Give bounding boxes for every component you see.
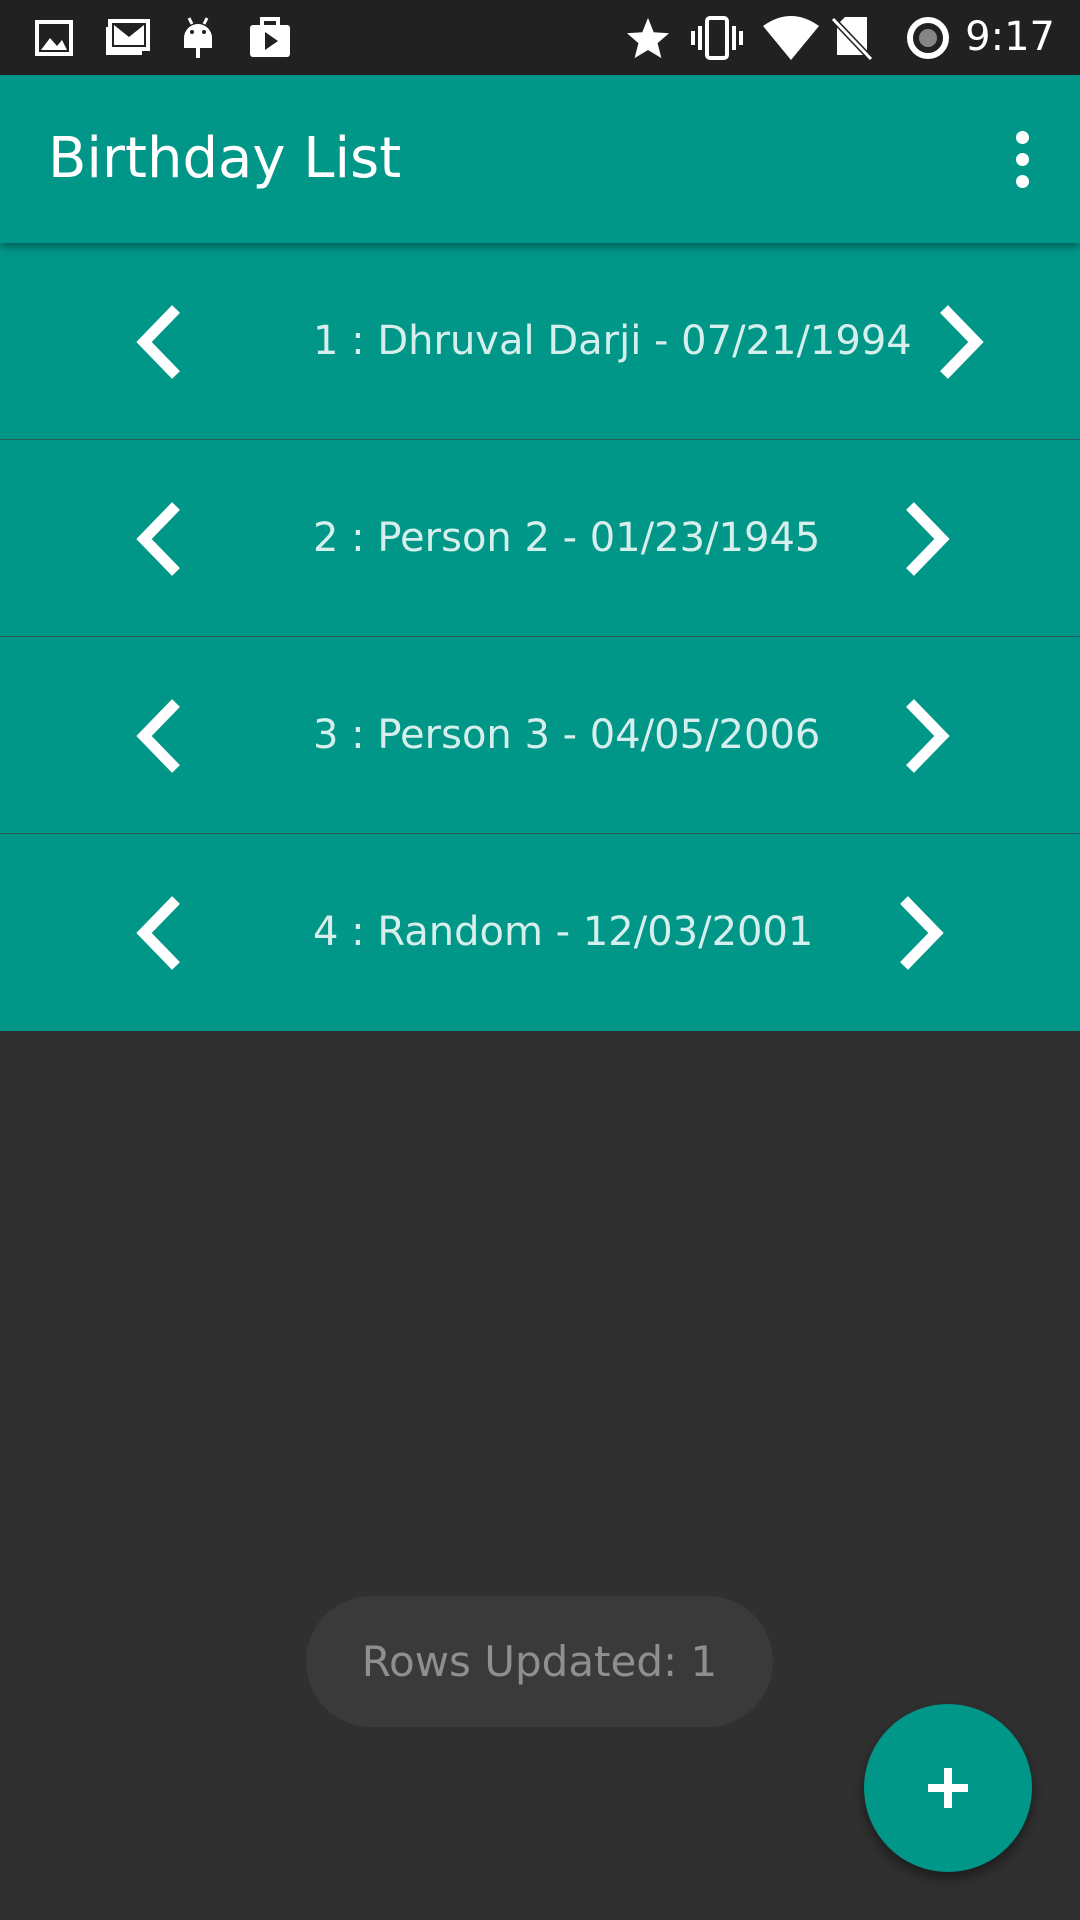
chevron-right-icon[interactable] xyxy=(890,498,960,580)
play-store-icon xyxy=(246,0,294,75)
vibrate-icon xyxy=(688,0,746,75)
no-sim-icon xyxy=(830,0,874,75)
chevron-left-icon[interactable] xyxy=(130,892,200,974)
list-item[interactable]: 4 : Random - 12/03/2001 xyxy=(0,834,1080,1031)
android-icon xyxy=(176,0,220,75)
page-title: Birthday List xyxy=(48,126,402,191)
chevron-right-icon[interactable] xyxy=(924,301,994,383)
wifi-icon xyxy=(760,0,822,75)
birthday-entry-text: 3 : Person 3 - 04/05/2006 xyxy=(313,712,821,758)
sync-icon xyxy=(900,0,956,75)
status-time: 9:17 xyxy=(965,14,1055,60)
birthday-entry-text: 1 : Dhruval Darji - 07/21/1994 xyxy=(313,318,912,364)
chevron-left-icon[interactable] xyxy=(130,695,200,777)
list-item[interactable]: 2 : Person 2 - 01/23/1945 xyxy=(0,440,1080,637)
gmail-icon xyxy=(102,0,152,75)
image-icon xyxy=(30,0,78,75)
birthday-entry-text: 4 : Random - 12/03/2001 xyxy=(313,909,814,955)
chevron-left-icon[interactable] xyxy=(130,301,200,383)
list-item[interactable]: 1 : Dhruval Darji - 07/21/1994 xyxy=(0,243,1080,440)
list-item[interactable]: 3 : Person 3 - 04/05/2006 xyxy=(0,637,1080,834)
status-bar: 9:17 xyxy=(0,0,1080,75)
toast-message: Rows Updated: 1 xyxy=(306,1596,773,1727)
birthday-list: 1 : Dhruval Darji - 07/21/1994 2 : Perso… xyxy=(0,243,1080,1031)
app-bar: Birthday List xyxy=(0,75,1080,243)
add-button[interactable] xyxy=(864,1704,1032,1872)
birthday-entry-text: 2 : Person 2 - 01/23/1945 xyxy=(313,515,821,561)
star-icon xyxy=(622,0,674,75)
more-vert-icon[interactable] xyxy=(992,119,1052,199)
chevron-right-icon[interactable] xyxy=(884,892,954,974)
chevron-right-icon[interactable] xyxy=(890,695,960,777)
plus-icon xyxy=(928,1768,968,1808)
chevron-left-icon[interactable] xyxy=(130,498,200,580)
